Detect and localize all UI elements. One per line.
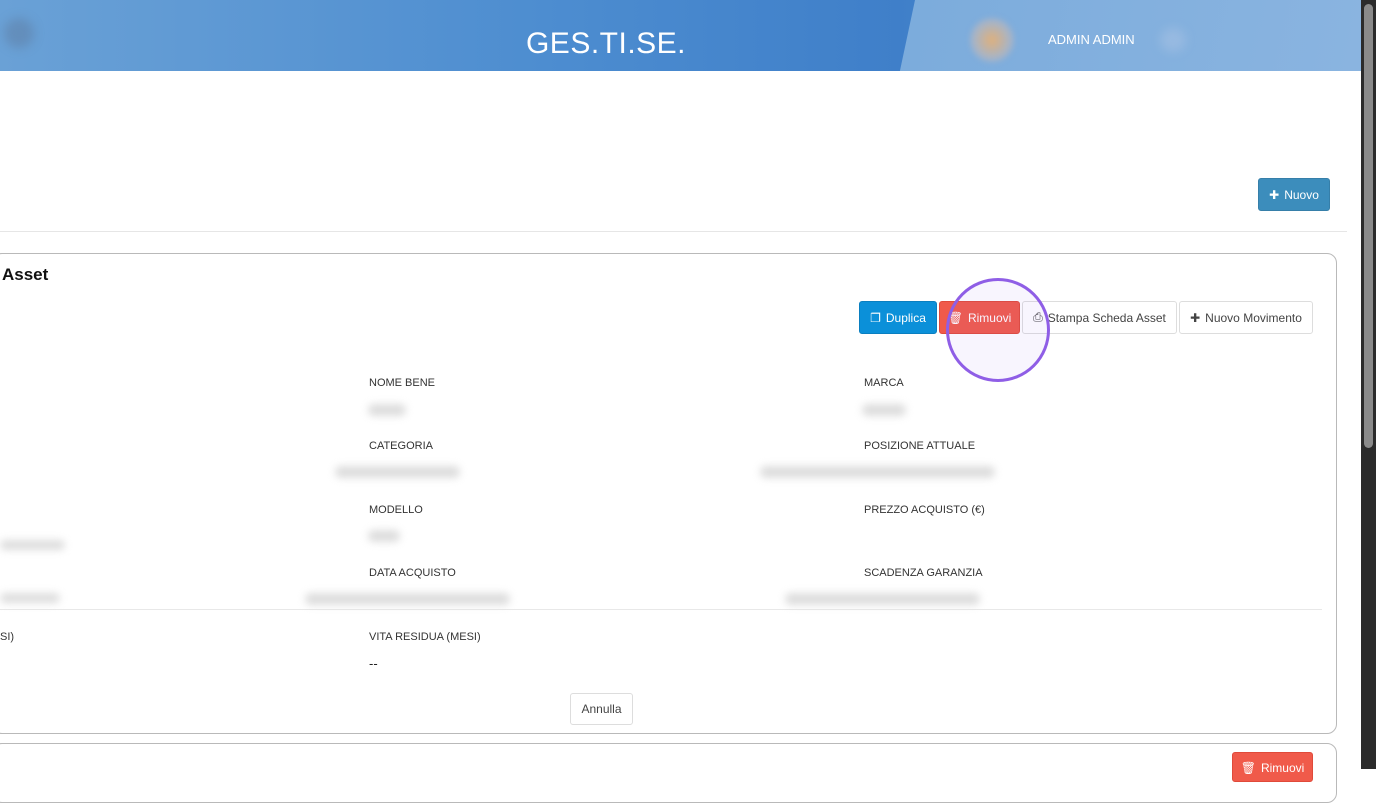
field-label-vita-residua: VITA RESIDUA (MESI)	[369, 631, 481, 643]
field-label-posizione-attuale: POSIZIONE ATTUALE	[864, 440, 976, 452]
field-label-modello: MODELLO	[369, 504, 423, 516]
field-label-prezzo-acquisto: PREZZO ACQUISTO (€)	[864, 504, 985, 516]
trash-icon: 🗑	[1240, 761, 1256, 775]
copy-icon: ❐	[870, 310, 881, 325]
new-button[interactable]: ✚ Nuovo	[1258, 178, 1330, 211]
panel-divider	[0, 609, 1322, 610]
cancel-button[interactable]: Annulla	[570, 693, 633, 725]
app-header: GES.TI.SE. ADMIN ADMIN	[0, 0, 1361, 71]
field-value-left-4	[0, 593, 60, 603]
remove-movement-button[interactable]: 🗑 Rimuovi	[1232, 752, 1313, 782]
print-label: Stampa Scheda Asset	[1047, 310, 1166, 325]
user-menu-icon[interactable]	[1160, 28, 1186, 52]
field-label-categoria: CATEGORIA	[369, 440, 433, 452]
field-value-left-3	[0, 540, 65, 550]
field-value-posizione-attuale	[760, 466, 995, 478]
movement-panel	[0, 743, 1337, 803]
avatar[interactable]	[970, 18, 1014, 62]
field-value-scadenza-garanzia	[785, 593, 980, 605]
click-indicator	[946, 278, 1050, 382]
new-movement-button[interactable]: ✚ Nuovo Movimento	[1179, 301, 1313, 334]
duplicate-button[interactable]: ❐ Duplica	[859, 301, 937, 334]
new-movement-label: Nuovo Movimento	[1205, 310, 1302, 325]
field-label-marca: MARCA	[864, 377, 904, 389]
cancel-label: Annulla	[581, 702, 622, 716]
user-name[interactable]: ADMIN ADMIN	[1048, 32, 1135, 47]
field-label-scadenza-garanzia: SCADENZA GARANZIA	[864, 567, 983, 579]
field-value-marca	[862, 404, 906, 416]
field-value-nome-bene	[368, 404, 406, 416]
plus-icon: ✚	[1269, 187, 1280, 202]
field-label-partial: SI)	[0, 631, 15, 643]
plus-icon: ✚	[1190, 310, 1201, 325]
field-label-nome-bene: NOME BENE	[369, 377, 436, 389]
remove-movement-label: Rimuovi	[1260, 761, 1305, 775]
duplicate-label: Duplica	[885, 310, 926, 325]
scrollbar-thumb[interactable]	[1364, 4, 1373, 448]
app-title: GES.TI.SE.	[525, 27, 687, 60]
divider	[0, 231, 1347, 232]
field-value-categoria	[335, 466, 460, 478]
scrollbar[interactable]	[1361, 0, 1376, 769]
field-value-vita-residua: --	[369, 656, 378, 671]
field-value-data-acquisto	[305, 593, 510, 605]
field-value-modello	[368, 530, 400, 542]
panel-title: Asset	[2, 265, 49, 284]
field-label-data-acquisto: DATA ACQUISTO	[369, 567, 456, 579]
new-button-label: Nuovo	[1284, 187, 1319, 202]
